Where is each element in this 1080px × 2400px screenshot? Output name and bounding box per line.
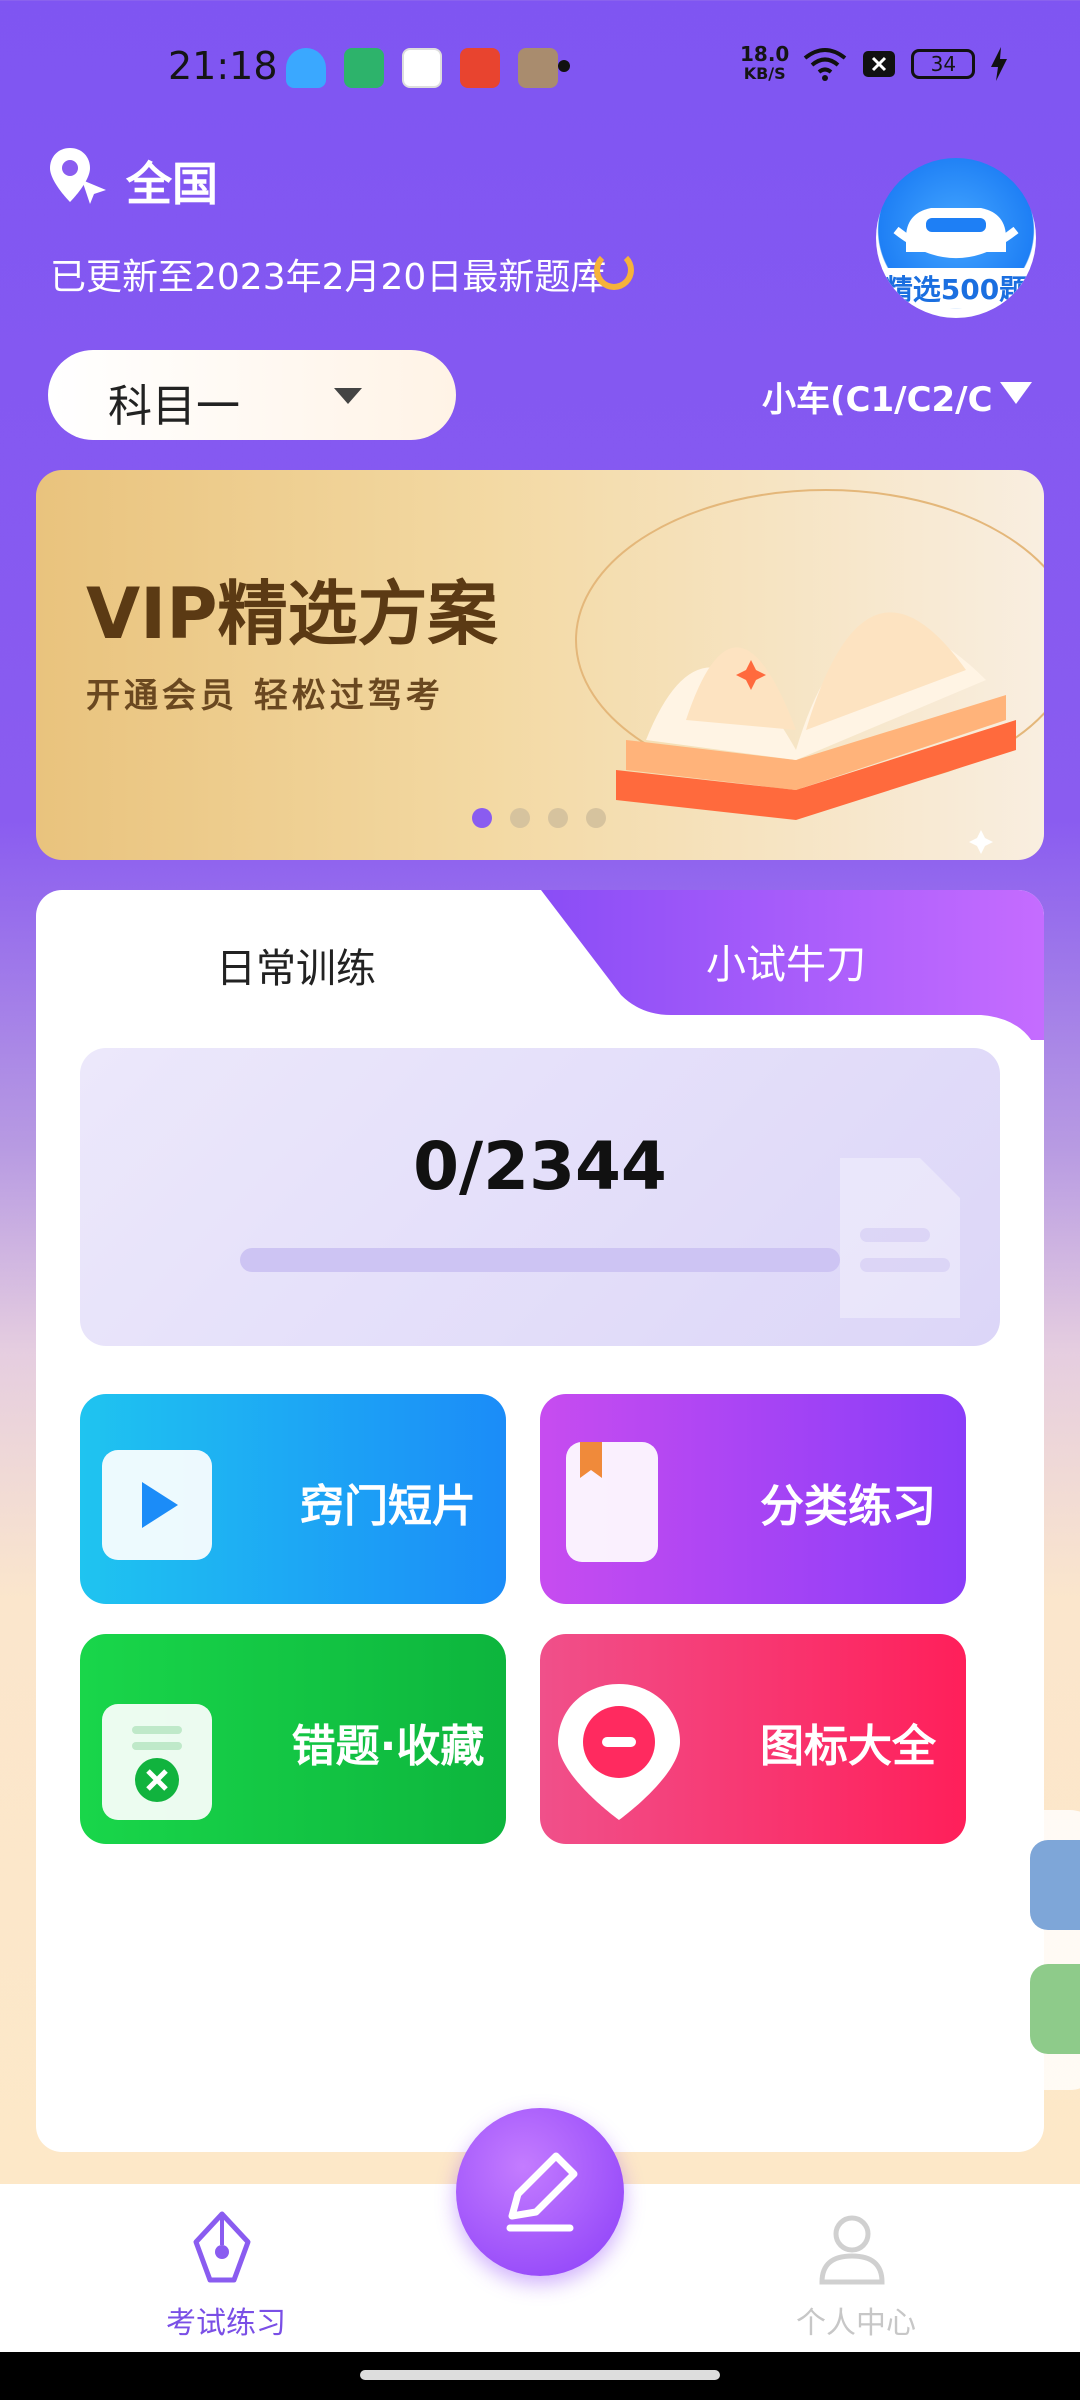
notification-icons xyxy=(286,48,558,88)
tile-wrong-and-favorites-label: 错题·收藏 xyxy=(291,1721,485,1772)
region-label[interactable]: 全国 xyxy=(126,148,218,214)
wrong-questions-icon xyxy=(102,1704,212,1820)
tile-traffic-signs[interactable]: 图标大全 xyxy=(540,1634,966,1844)
center-write-button[interactable] xyxy=(456,2108,624,2276)
vip-banner[interactable]: VIP精选方案 开通会员 轻松过驾考 xyxy=(36,470,1044,860)
banner-pagination[interactable] xyxy=(472,808,606,828)
network-speed-value: 18.0 xyxy=(740,42,790,66)
shield-app-icon xyxy=(344,48,384,88)
banner-dot[interactable] xyxy=(548,808,568,828)
video-play-icon xyxy=(102,1450,212,1560)
user-profile-icon[interactable] xyxy=(812,2208,892,2288)
search-app-icon xyxy=(402,48,442,88)
more-notifications-dot xyxy=(558,60,570,72)
network-speed-unit: KB/S xyxy=(743,64,786,83)
tile-tips-videos[interactable]: 窍门短片 xyxy=(80,1394,506,1604)
subject-selector[interactable]: 科目一 xyxy=(48,350,456,440)
featured-500-badge[interactable]: 精选500题 xyxy=(876,158,1036,318)
refresh-icon[interactable] xyxy=(594,250,634,290)
progress-panel[interactable]: 0/2344 xyxy=(80,1048,1000,1346)
bookmark-icon xyxy=(580,1442,602,1478)
tab-quick-test-label: 小试牛刀 xyxy=(706,942,866,988)
tile-traffic-signs-label: 图标大全 xyxy=(760,1721,936,1772)
chevron-down-icon xyxy=(334,388,362,404)
sim-off-icon xyxy=(863,51,896,77)
tab-daily-training[interactable]: 日常训练 xyxy=(36,890,556,1040)
vehicle-chevron-down-icon[interactable] xyxy=(1000,382,1032,404)
wifi-icon xyxy=(804,48,847,81)
tile-wrong-and-favorites[interactable]: 错题·收藏 xyxy=(80,1634,506,1844)
banner-subtitle: 开通会员 轻松过驾考 xyxy=(86,676,444,716)
practice-card: 日常训练 小试牛刀 0/2344 窍门短片 分类练习 错题·收藏 图标大全 xyxy=(36,890,1044,2152)
subject-selector-label: 科目一 xyxy=(108,381,240,432)
qq-icon xyxy=(286,48,326,88)
banner-dot[interactable] xyxy=(472,808,492,828)
document-icon xyxy=(840,1158,960,1318)
pen-nib-icon[interactable] xyxy=(182,2208,262,2288)
traffic-sign-icon xyxy=(558,1684,680,1820)
banner-title: VIP精选方案 xyxy=(86,573,498,655)
side-more-button[interactable] xyxy=(1030,1964,1080,2054)
pencil-icon xyxy=(506,2152,578,2232)
network-speed: 18.0 KB/S xyxy=(740,44,789,84)
tile-tips-videos-label: 窍门短片 xyxy=(300,1481,476,1532)
charging-icon xyxy=(991,47,1008,81)
tile-category-practice[interactable]: 分类练习 xyxy=(540,1394,966,1604)
play-triangle-icon xyxy=(142,1482,178,1528)
banner-dot[interactable] xyxy=(586,808,606,828)
gauge-app-icon xyxy=(460,48,500,88)
progress-bar xyxy=(240,1248,840,1272)
status-right: 18.0 KB/S 34 xyxy=(740,44,1009,84)
update-status: 已更新至2023年2月20日最新题库 xyxy=(50,257,607,298)
tile-category-practice-label: 分类练习 xyxy=(760,1481,936,1532)
banner-dot[interactable] xyxy=(510,808,530,828)
badge-text: 精选500题 xyxy=(876,268,1036,308)
home-indicator[interactable] xyxy=(360,2370,720,2380)
open-book-illustration xyxy=(575,489,1044,854)
book-icon xyxy=(566,1442,658,1562)
location-icon[interactable] xyxy=(48,146,108,206)
status-time: 21:18 xyxy=(168,44,278,88)
side-expand-button[interactable] xyxy=(1030,1840,1080,1930)
side-floating-panel[interactable] xyxy=(1010,1810,1080,2090)
vehicle-type-selector[interactable]: 小车(C1/C2/C xyxy=(762,372,993,421)
battery-indicator: 34 xyxy=(911,49,976,79)
x-circle-icon xyxy=(132,1726,182,1802)
game-app-icon xyxy=(518,48,558,88)
nav-personal-center[interactable]: 个人中心 xyxy=(796,2298,916,2342)
nav-exam-practice[interactable]: 考试练习 xyxy=(166,2298,286,2342)
